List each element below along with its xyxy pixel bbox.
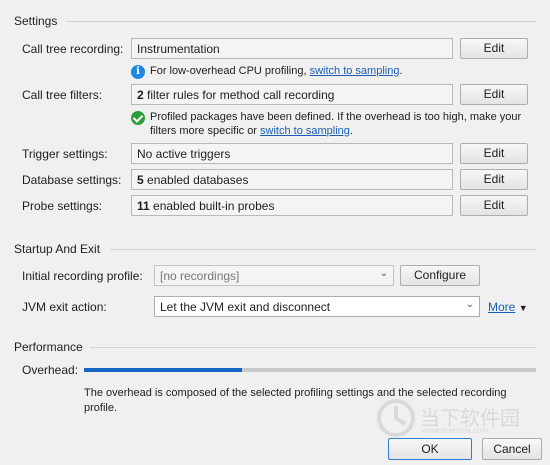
call-tree-recording-label: Call tree recording: bbox=[22, 42, 124, 56]
chevron-down-icon: ⌄ bbox=[379, 268, 388, 279]
call-tree-recording-field: Instrumentation bbox=[131, 38, 453, 59]
jvm-exit-action-select[interactable]: Let the JVM exit and disconnect ⌄ bbox=[154, 296, 480, 317]
probe-count: 11 bbox=[137, 199, 150, 213]
probe-settings-edit-button[interactable]: Edit bbox=[460, 195, 528, 216]
probe-text: enabled built-in probes bbox=[149, 199, 275, 213]
initial-recording-profile-value: [no recordings] bbox=[160, 269, 240, 283]
call-tree-filters-edit-button[interactable]: Edit bbox=[460, 84, 528, 105]
info-icon: i bbox=[131, 65, 145, 79]
call-tree-recording-value: Instrumentation bbox=[137, 42, 220, 56]
call-tree-filters-field: 2 filter rules for method call recording bbox=[131, 84, 453, 105]
check-circle-icon bbox=[131, 111, 145, 125]
overhead-label: Overhead: bbox=[22, 363, 79, 377]
startup-section-title: Startup And Exit bbox=[14, 242, 101, 256]
overhead-progress-fill bbox=[84, 368, 243, 372]
watermark-sub: www.downxia.com bbox=[422, 426, 488, 435]
trigger-settings-label: Trigger settings: bbox=[22, 147, 108, 161]
chevron-down-icon: ⌄ bbox=[465, 299, 474, 310]
database-count: 5 bbox=[137, 173, 144, 187]
probe-settings-label: Probe settings: bbox=[22, 199, 103, 213]
settings-divider bbox=[66, 21, 536, 22]
more-link[interactable]: More bbox=[488, 300, 515, 314]
call-tree-filters-label: Call tree filters: bbox=[22, 88, 103, 102]
database-text: enabled databases bbox=[143, 173, 249, 187]
info-text: For low-overhead CPU profiling, bbox=[150, 65, 310, 77]
info-tail: . bbox=[399, 65, 403, 77]
database-settings-label: Database settings: bbox=[22, 173, 122, 187]
filter-text: filter rules for method call recording bbox=[143, 88, 335, 102]
ok-button[interactable]: OK bbox=[388, 438, 472, 460]
database-settings-field: 5 enabled databases bbox=[131, 169, 453, 190]
note-tail: . bbox=[349, 125, 353, 137]
probe-settings-field: 11 enabled built-in probes bbox=[131, 195, 453, 216]
configure-button[interactable]: Configure bbox=[400, 265, 480, 286]
note-line1: Profiled packages have been defined. If … bbox=[150, 111, 522, 123]
trigger-settings-field: No active triggers bbox=[131, 143, 453, 164]
call-tree-recording-info: i For low-overhead CPU profiling, switch… bbox=[131, 65, 403, 79]
cancel-button[interactable]: Cancel bbox=[482, 438, 542, 460]
more-menu[interactable]: More ▼ bbox=[488, 300, 528, 314]
trigger-settings-value: No active triggers bbox=[137, 147, 231, 161]
description-line1: The overhead is composed of the selected… bbox=[84, 387, 507, 399]
database-settings-edit-button[interactable]: Edit bbox=[460, 169, 528, 190]
overhead-description: The overhead is composed of the selected… bbox=[84, 386, 534, 416]
note-line2: filters more specific or bbox=[150, 125, 261, 137]
filter-count: 2 bbox=[137, 88, 144, 102]
description-line2: profile. bbox=[84, 402, 118, 414]
initial-recording-profile-select[interactable]: [no recordings] ⌄ bbox=[154, 265, 394, 286]
call-tree-filters-note: Profiled packages have been defined. If … bbox=[131, 110, 521, 138]
triangle-down-icon: ▼ bbox=[518, 303, 528, 313]
overhead-progress-bar bbox=[84, 368, 536, 372]
startup-divider bbox=[110, 249, 536, 250]
filters-switch-to-sampling-link[interactable]: switch to sampling bbox=[260, 125, 350, 137]
switch-to-sampling-link[interactable]: switch to sampling bbox=[310, 65, 400, 77]
jvm-exit-action-value: Let the JVM exit and disconnect bbox=[160, 300, 331, 314]
jvm-exit-action-label: JVM exit action: bbox=[22, 300, 107, 314]
performance-divider bbox=[90, 347, 536, 348]
trigger-settings-edit-button[interactable]: Edit bbox=[460, 143, 528, 164]
initial-recording-profile-label: Initial recording profile: bbox=[22, 269, 143, 283]
performance-section-title: Performance bbox=[14, 340, 83, 354]
call-tree-recording-edit-button[interactable]: Edit bbox=[460, 38, 528, 59]
settings-section-title: Settings bbox=[14, 14, 58, 28]
